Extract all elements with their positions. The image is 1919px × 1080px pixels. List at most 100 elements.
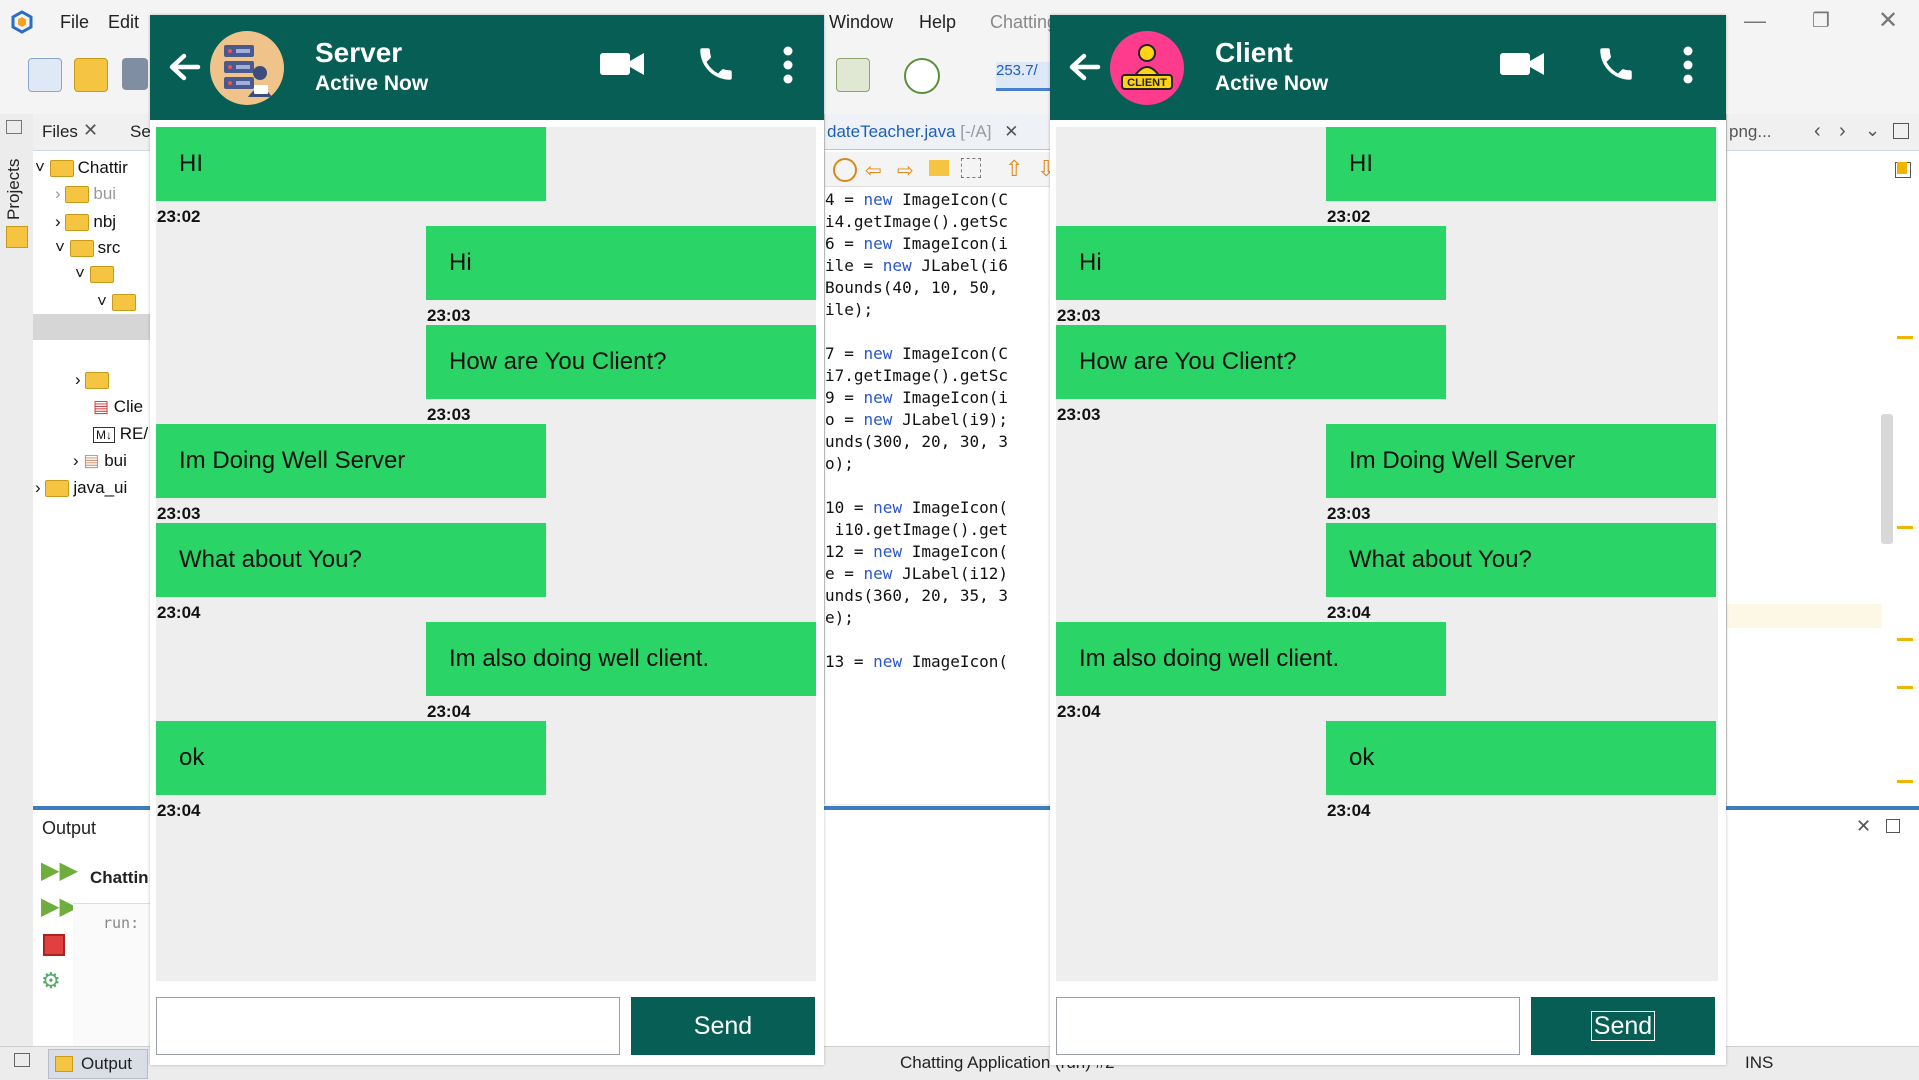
- more-options-icon[interactable]: [782, 45, 794, 85]
- editor-scrollbar[interactable]: [1881, 414, 1893, 544]
- server-name: Server: [315, 37, 403, 68]
- new-file-icon[interactable]: [28, 58, 62, 92]
- video-call-icon[interactable]: [598, 47, 646, 81]
- output-restore-icon[interactable]: [1886, 819, 1900, 833]
- code-line: ile);: [825, 300, 874, 319]
- message-bubble: What about You?: [156, 523, 546, 597]
- right-output-area: ✕: [1726, 806, 1919, 1055]
- client-status: Active Now: [1215, 72, 1329, 95]
- code-editor[interactable]: dateTeacher.java [-/A] ✕ ⇦ ⇨ ⇧ ⇩ 4 = new…: [824, 114, 1055, 804]
- message-timestamp: 23:04: [1057, 702, 1101, 721]
- open-project-icon[interactable]: [122, 58, 148, 90]
- files-tab[interactable]: Files: [42, 122, 78, 142]
- client-chat-header: CLIENT Client Active Now: [1050, 15, 1726, 120]
- scroll-right-icon[interactable]: ›: [1839, 120, 1846, 143]
- tree-item-build[interactable]: › bui: [55, 184, 116, 204]
- editor-tab[interactable]: dateTeacher.java [-/A] ✕: [825, 114, 1051, 150]
- server-message-area[interactable]: HI 23:02 Hi 23:03 How are You Client? 23:03 Im…: [156, 127, 816, 981]
- tree-item-java-ui[interactable]: › java_ui: [35, 478, 127, 498]
- editor-toolbar: ⇦ ⇨ ⇧ ⇩: [825, 152, 1055, 187]
- close-editor-tab-icon: ✕: [1004, 122, 1019, 141]
- output-run-text: run:: [103, 914, 140, 932]
- message-bubble: How are You Client?: [1056, 325, 1446, 399]
- tree-item-client-pdf[interactable]: ▤ Clie: [93, 397, 143, 417]
- projects-tab[interactable]: Projects: [4, 159, 24, 220]
- projects-folder-icon: [6, 226, 28, 248]
- menu-window[interactable]: Window: [829, 12, 893, 33]
- tree-item-folder[interactable]: ›: [75, 370, 113, 390]
- new-project-icon[interactable]: [74, 58, 108, 92]
- middle-output-area: [824, 806, 1050, 1050]
- right-editor-tab[interactable]: png...: [1729, 122, 1772, 142]
- restore-icon[interactable]: ❐: [1812, 8, 1830, 33]
- message-timestamp: 23:04: [157, 603, 201, 622]
- bottom-output-tab[interactable]: Output: [48, 1049, 148, 1079]
- tree-item-subpackage[interactable]: ˅: [97, 292, 140, 312]
- message-timestamp: 23:03: [1327, 504, 1371, 523]
- message-timestamp: 23:02: [1327, 207, 1371, 226]
- message-timestamp: 23:04: [427, 702, 471, 721]
- code-line: 7 = new ImageIcon(C: [825, 344, 1009, 363]
- tab-list-icon[interactable]: ⌄: [1865, 120, 1880, 141]
- voice-call-icon[interactable]: [695, 43, 737, 85]
- select-icon[interactable]: [961, 158, 981, 178]
- close-tab-icon[interactable]: ✕: [83, 120, 98, 141]
- prev-icon[interactable]: ⇦: [865, 158, 882, 183]
- restore-panel-icon[interactable]: [6, 120, 22, 134]
- message-timestamp: 23:03: [157, 504, 201, 523]
- message-bubble: Im also doing well client.: [1056, 622, 1446, 696]
- server-status: Active Now: [315, 72, 429, 95]
- message-timestamp: 23:02: [157, 207, 201, 226]
- message-bubble: HI: [156, 127, 546, 201]
- message-bubble: How are You Client?: [426, 325, 816, 399]
- code-line: 4 = new ImageIcon(C: [825, 190, 1009, 209]
- code-line: 9 = new ImageIcon(i: [825, 388, 1009, 407]
- client-send-button[interactable]: Send: [1531, 997, 1715, 1055]
- move-up-icon[interactable]: ⇧: [1005, 156, 1023, 182]
- code-line: 13 = new ImageIcon(: [825, 652, 1009, 671]
- project-panel: Files ✕ Se ˅ Chattir › bui › nbj ˅ src ˅…: [33, 114, 151, 806]
- close-window-icon[interactable]: ✕: [1878, 6, 1898, 35]
- profile-icon[interactable]: [904, 58, 940, 94]
- message-timestamp: 23:03: [427, 306, 471, 325]
- server-send-button[interactable]: Send: [631, 997, 815, 1055]
- build-icon[interactable]: [836, 58, 870, 92]
- back-arrow-icon[interactable]: [166, 49, 202, 85]
- status-restore-icon[interactable]: [14, 1053, 30, 1067]
- close-output-icon[interactable]: ✕: [1856, 816, 1871, 837]
- video-call-icon[interactable]: [1498, 47, 1546, 81]
- tree-item-build-xml[interactable]: › ▤ bui: [73, 451, 127, 471]
- code-line: 6 = new ImageIcon(i: [825, 234, 1009, 253]
- tree-item-package[interactable]: ˅: [75, 264, 118, 284]
- menu-edit[interactable]: Edit: [108, 12, 139, 33]
- client-chat-window: CLIENT Client Active Now HI 23:02 Hi 23:03 H…: [1050, 15, 1726, 1065]
- client-message-area[interactable]: HI 23:02 Hi 23:03 How are You Client? 23:03 Im…: [1056, 127, 1718, 981]
- rerun-icon[interactable]: ▶▶: [41, 856, 78, 885]
- output-project-tab[interactable]: Chattin: [90, 868, 149, 888]
- stop-icon[interactable]: [43, 934, 65, 956]
- message-bubble: Hi: [426, 226, 816, 300]
- back-arrow-icon[interactable]: [1066, 49, 1102, 85]
- tree-item-src[interactable]: ˅ src: [55, 238, 120, 258]
- message-timestamp: 23:04: [1327, 603, 1371, 622]
- more-options-icon[interactable]: [1682, 45, 1694, 85]
- tree-item-nbproject[interactable]: › nbj: [55, 212, 116, 232]
- menu-help[interactable]: Help: [919, 12, 956, 33]
- settings-icon[interactable]: ⚙: [41, 968, 61, 994]
- tree-item-readme[interactable]: M↓ RE/: [93, 424, 148, 444]
- voice-call-icon[interactable]: [1595, 43, 1637, 85]
- scroll-left-icon[interactable]: ‹: [1814, 120, 1821, 143]
- services-tab[interactable]: Se: [130, 122, 151, 142]
- menu-file[interactable]: File: [60, 12, 89, 33]
- code-line: i10.getImage().get: [825, 520, 1009, 539]
- minimize-icon[interactable]: —: [1744, 8, 1766, 34]
- maximize-icon[interactable]: [1893, 123, 1909, 139]
- tree-item-project[interactable]: ˅ Chattir: [35, 158, 128, 178]
- toggle-icon[interactable]: [929, 160, 949, 176]
- client-message-input[interactable]: [1056, 997, 1520, 1055]
- server-rack-icon: [224, 45, 272, 97]
- error-stripe-marker[interactable]: [1897, 162, 1907, 174]
- server-message-input[interactable]: [156, 997, 620, 1055]
- next-icon[interactable]: ⇨: [897, 158, 914, 183]
- find-icon[interactable]: [833, 158, 857, 182]
